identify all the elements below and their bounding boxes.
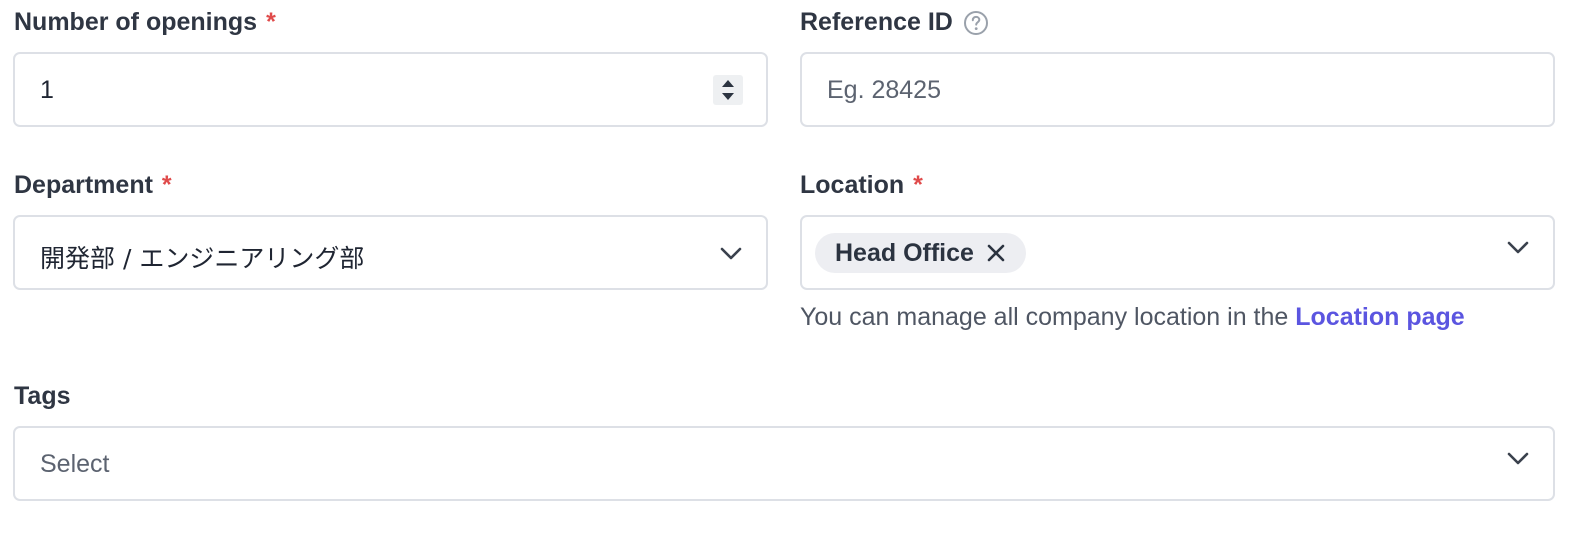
location-helper: You can manage all company location in t…	[800, 303, 1465, 332]
tags-label: Tags	[14, 382, 71, 411]
chevron-down-icon[interactable]	[1507, 452, 1529, 466]
department-label: Department *	[14, 171, 172, 200]
question-circle-icon[interactable]	[963, 10, 989, 36]
department-select[interactable]: 開発部 / エンジニアリング部	[13, 215, 768, 290]
chevron-down-icon[interactable]	[720, 247, 742, 261]
location-select[interactable]: Head Office	[800, 215, 1555, 290]
tags-label-text: Tags	[14, 382, 71, 410]
openings-value[interactable]: 1	[40, 76, 54, 105]
tags-placeholder[interactable]: Select	[40, 450, 109, 479]
department-value[interactable]: 開発部 / エンジニアリング部	[40, 239, 364, 275]
chevron-down-icon[interactable]	[1507, 241, 1529, 255]
required-asterisk: *	[161, 171, 172, 199]
reference-label-text: Reference ID	[800, 8, 953, 36]
reference-id-placeholder[interactable]: Eg. 28425	[827, 76, 941, 105]
reference-id-input[interactable]: Eg. 28425	[800, 52, 1555, 127]
location-chip[interactable]: Head Office	[815, 233, 1026, 273]
tags-select[interactable]: Select	[13, 426, 1555, 501]
location-chip-label: Head Office	[835, 238, 974, 267]
close-icon[interactable]	[986, 243, 1006, 263]
stepper-arrows-icon[interactable]	[713, 75, 743, 105]
department-label-text: Department	[14, 171, 153, 199]
location-label-text: Location	[800, 171, 905, 199]
openings-input[interactable]: 1	[13, 52, 768, 127]
location-label: Location *	[800, 171, 923, 200]
reference-label: Reference ID	[800, 8, 989, 37]
required-asterisk: *	[266, 8, 276, 36]
required-asterisk: *	[913, 171, 923, 199]
openings-label-text: Number of openings	[14, 8, 258, 36]
openings-label: Number of openings *	[14, 8, 276, 37]
location-helper-text: You can manage all company location in t…	[800, 303, 1296, 331]
location-page-link[interactable]: Location page	[1295, 303, 1464, 331]
